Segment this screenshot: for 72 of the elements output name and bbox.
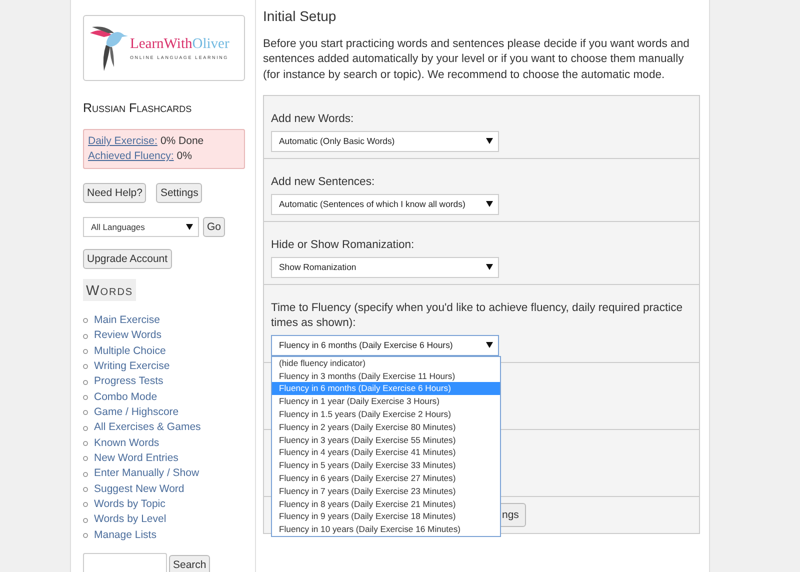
bullet-icon xyxy=(83,440,88,446)
section-heading: Words xyxy=(83,279,136,301)
sidebar-link[interactable]: Suggest New Word xyxy=(94,482,184,498)
sidebar-link[interactable]: Manage Lists xyxy=(94,528,156,544)
bullet-icon xyxy=(83,410,88,416)
bullet-icon xyxy=(83,318,88,324)
upgrade-button[interactable]: Upgrade Account xyxy=(83,249,172,269)
bullet-icon xyxy=(83,426,88,431)
caret-icon xyxy=(186,224,193,230)
dropdown-option[interactable]: Fluency in 8 years (Daily Exercise 21 Minutes) xyxy=(272,498,500,510)
progress-value: 0% Done xyxy=(160,135,204,147)
progress-link[interactable]: Daily Exercise: xyxy=(88,135,158,147)
dropdown-option[interactable]: Fluency in 3 years (Daily Exercise 55 Minutes) xyxy=(272,434,500,446)
setting-label: Add new Words: xyxy=(271,112,355,127)
setting-select[interactable]: Automatic (Only Basic Words) xyxy=(271,130,499,152)
sidebar-link[interactable]: All Exercises & Games xyxy=(94,420,201,436)
bullet-icon xyxy=(83,472,88,477)
setting-label: Hide or Show Romanization: xyxy=(271,238,416,253)
setting-select[interactable]: Fluency in 6 months (Daily Exercise 6 Hours) xyxy=(271,334,499,356)
bullet-icon xyxy=(83,518,88,523)
bullet-icon xyxy=(83,394,88,400)
dropdown-option[interactable]: Fluency in 7 years (Daily Exercise 23 Minutes) xyxy=(272,484,500,498)
bullet-icon xyxy=(83,486,88,492)
dropdown-option[interactable]: Fluency in 5 years (Daily Exercise 33 Minutes) xyxy=(272,459,500,472)
bullet-icon xyxy=(83,456,88,462)
dropdown-option[interactable]: Fluency in 9 years (Daily Exercise 18 Minutes) xyxy=(272,510,500,524)
sidebar-link[interactable]: Known Words xyxy=(94,436,160,452)
sidebar-button[interactable]: Need Help? xyxy=(83,183,146,203)
setting-select[interactable]: Show Romanization xyxy=(271,256,499,278)
setting-select[interactable]: Automatic (Sentences of which I know all words) xyxy=(271,194,499,215)
dropdown-option[interactable]: Fluency in 4 years (Daily Exercise 41 Minutes) xyxy=(272,446,500,460)
progress-link[interactable]: Achieved Fluency: xyxy=(88,150,174,162)
search-field[interactable] xyxy=(83,553,167,572)
sidebar-link[interactable]: Enter Manually / Show xyxy=(94,466,200,482)
sidebar-link[interactable]: Game / Highscore xyxy=(94,405,179,420)
dropdown-option[interactable]: Fluency in 2 years (Daily Exercise 80 Minutes) xyxy=(272,420,500,434)
sidebar-link[interactable]: Words by Level xyxy=(94,512,166,528)
sidebar-link[interactable]: New Word Entries xyxy=(94,451,178,466)
dropdown-option[interactable]: Fluency in 6 years (Daily Exercise 27 Minutes) xyxy=(272,472,500,485)
sidebar-link[interactable]: Words by Topic xyxy=(94,497,166,512)
bullet-icon xyxy=(83,348,88,354)
sidebar-link[interactable]: Main Exercise xyxy=(94,313,160,328)
search-button[interactable]: Search xyxy=(169,555,210,572)
sidebar-link[interactable]: Review Words xyxy=(94,328,162,344)
caret-icon xyxy=(486,138,493,144)
dropdown-option[interactable]: Fluency in 1.5 years (Daily Exercise 2 Hours) xyxy=(272,408,500,421)
deck-title: Russian Flashcards xyxy=(83,101,193,115)
caret-icon xyxy=(486,201,493,208)
setting-label: Time to Fluency (specify when you'd like to achieve fluency, daily required practice times as shown): xyxy=(271,300,684,331)
page-title: Initial Setup xyxy=(263,8,338,24)
language-select[interactable]: All Languages xyxy=(83,217,199,237)
progress-value: 0% xyxy=(176,150,192,162)
bullet-icon xyxy=(83,532,88,538)
sidebar-link[interactable]: Progress Tests xyxy=(94,374,164,390)
caret-icon xyxy=(486,342,493,348)
setting-label: Add new Sentences: xyxy=(271,174,376,190)
sidebar-link[interactable]: Multiple Choice xyxy=(94,344,166,360)
go-button[interactable]: Go xyxy=(203,217,226,237)
logo-wordmark: LearnWithOliver xyxy=(130,36,230,53)
bullet-icon xyxy=(83,334,88,339)
bullet-icon xyxy=(83,502,88,508)
sidebar-button[interactable]: Settings xyxy=(156,183,202,203)
sidebar-link[interactable]: Combo Mode xyxy=(94,390,158,406)
bullet-icon xyxy=(83,380,88,385)
bullet-icon xyxy=(83,364,88,370)
dropdown-option[interactable]: Fluency in 1 year (Daily Exercise 3 Hours) xyxy=(272,395,500,408)
dropdown-option[interactable]: Fluency in 3 months (Daily Exercise 11 Hours) xyxy=(272,370,500,382)
dropdown-option[interactable]: (hide fluency indicator) xyxy=(272,356,500,370)
sidebar-link[interactable]: Writing Exercise xyxy=(94,359,170,374)
dropdown-option[interactable]: Fluency in 10 years (Daily Exercise 16 Minutes) xyxy=(272,523,500,536)
intro-text: Before you start practicing words and sentences please decide if you want words and sentences added automatically by your level or if you want to choose them manually (for instance by search or topic). We recommend to choose the automatic mode. xyxy=(263,37,690,83)
caret-icon xyxy=(486,264,493,270)
